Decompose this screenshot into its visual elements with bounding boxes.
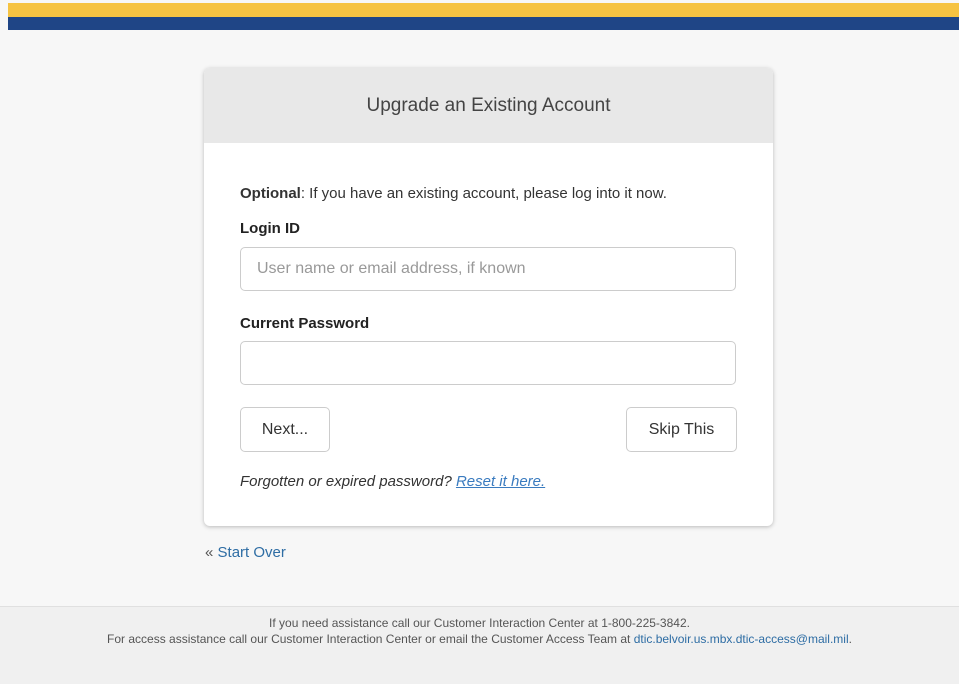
panel-header: Upgrade an Existing Account [204, 68, 773, 143]
forgot-password-message: Forgotten or expired password? [240, 473, 456, 490]
footer-access-text: For access assistance call our Customer … [0, 632, 959, 646]
intro-message: : If you have an existing account, pleas… [300, 185, 667, 202]
current-password-input[interactable] [240, 341, 736, 385]
footer-assistance-text: If you need assistance call our Customer… [269, 616, 690, 630]
panel-title: Upgrade an Existing Account [366, 94, 611, 116]
start-over-link[interactable]: Start Over [218, 544, 286, 561]
top-bar-gold [8, 3, 959, 17]
login-id-input[interactable] [240, 247, 736, 291]
start-over-nav: « Start Over [205, 544, 286, 561]
footer-email-link[interactable]: dtic.belvoir.us.mbx.dtic-access@mail.mil [634, 632, 849, 646]
upgrade-account-panel: Upgrade an Existing Account Optional: If… [204, 68, 773, 526]
login-id-label: Login ID [240, 220, 300, 237]
skip-this-button[interactable]: Skip This [626, 407, 737, 452]
back-chevron-icon: « [205, 544, 214, 561]
intro-text: Optional: If you have an existing accoun… [240, 185, 667, 202]
footer: If you need assistance call our Customer… [0, 606, 959, 684]
forgot-password-text: Forgotten or expired password? Reset it … [240, 473, 545, 490]
footer-period: . [848, 632, 852, 646]
next-button[interactable]: Next... [240, 407, 330, 452]
intro-bold: Optional [240, 185, 301, 202]
top-bar-blue [8, 17, 959, 30]
reset-password-link[interactable]: Reset it here. [456, 473, 545, 490]
footer-access-message: For access assistance call our Customer … [107, 632, 634, 646]
current-password-label: Current Password [240, 315, 370, 332]
